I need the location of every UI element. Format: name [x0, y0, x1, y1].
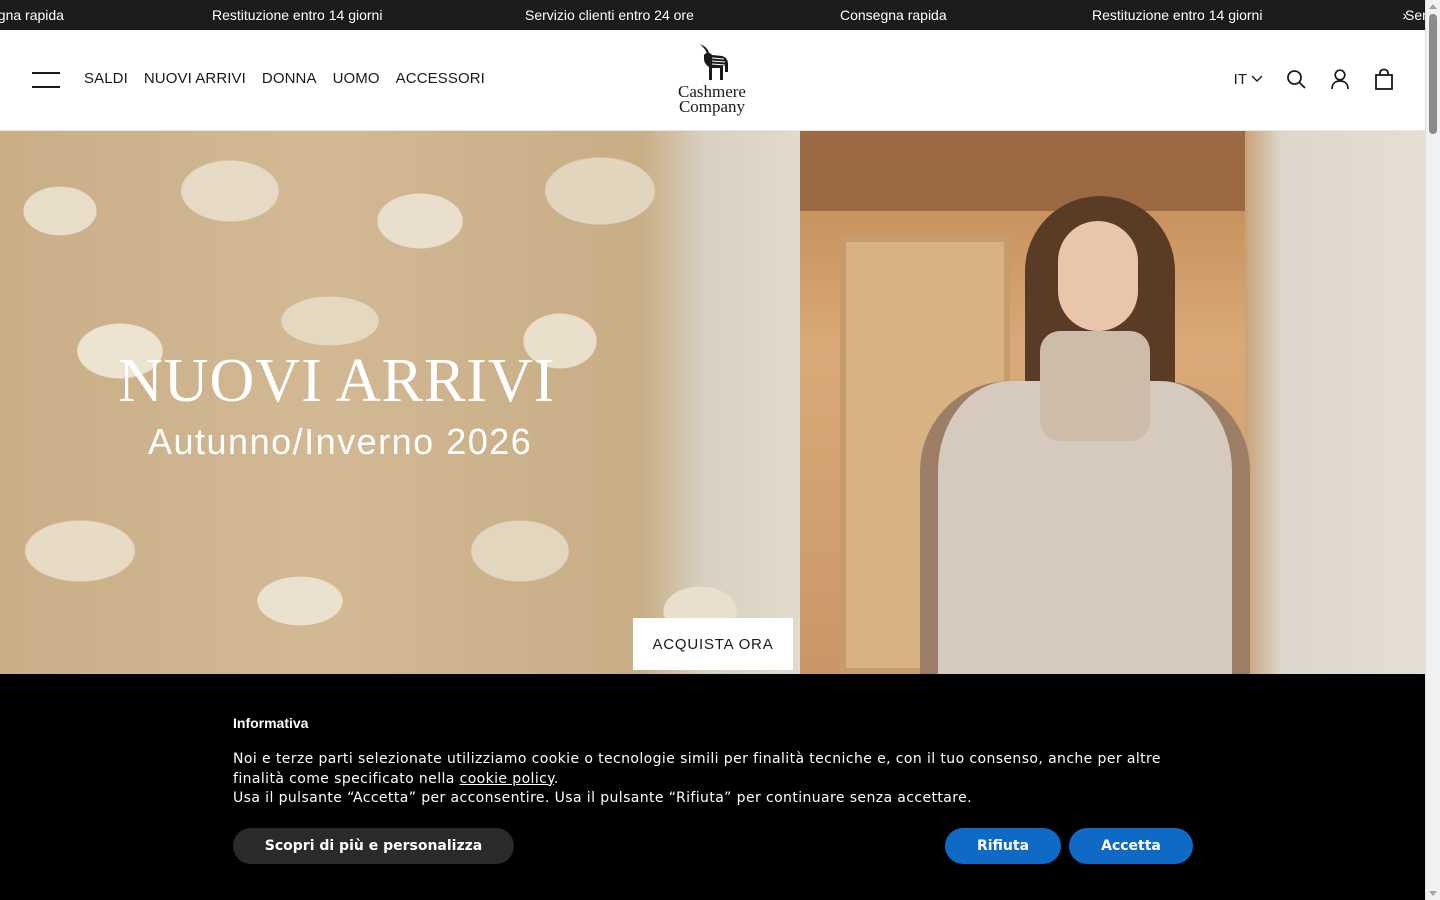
hero-model-image	[800, 131, 1425, 674]
cookie-title: Informativa	[233, 715, 309, 731]
announcement-bar: egna rapida Restituzione entro 14 giorni…	[0, 0, 1425, 30]
announcement-item: Servizio clienti entro 24 ore	[525, 7, 694, 23]
account-icon[interactable]	[1329, 68, 1351, 90]
cookie-text-part2: .	[553, 770, 559, 787]
header-actions: IT	[1234, 68, 1395, 90]
nav-donna[interactable]: DONNA	[262, 70, 317, 87]
learn-more-customize-button[interactable]: Scopri di più e personalizza	[233, 828, 514, 864]
announcement-item: egna rapida	[0, 7, 64, 23]
scroll-down-arrow[interactable]	[1429, 891, 1437, 896]
hero-banner: NUOVI ARRIVI Autunno/Inverno 2026 ACQUIS…	[0, 131, 1425, 674]
brand-logo[interactable]: Cashmere Company	[666, 42, 758, 120]
hero-subtitle: Autunno/Inverno 2026	[148, 421, 533, 462]
cookie-text-line2: Usa il pulsante “Accetta” per acconsenti…	[233, 790, 972, 806]
cookie-text-part1: Noi e terze parti selezionate utilizziam…	[233, 751, 1161, 787]
bag-icon[interactable]	[1373, 68, 1395, 90]
announcement-item: Consegna rapida	[840, 7, 947, 23]
cookie-text: Noi e terze parti selezionate utilizziam…	[233, 750, 1193, 809]
logo-line-2: Company	[678, 97, 746, 116]
hero-title: NUOVI ARRIVI	[118, 347, 556, 415]
language-label: IT	[1233, 70, 1247, 88]
nav-accessori[interactable]: ACCESSORI	[396, 70, 485, 87]
nav-nuovi-arrivi[interactable]: NUOVI ARRIVI	[144, 70, 246, 87]
announcement-item: Ser	[1405, 7, 1425, 23]
scroll-thumb[interactable]	[1429, 14, 1437, 134]
nav-saldi[interactable]: SALDI	[84, 70, 128, 87]
accept-button[interactable]: Accetta	[1069, 828, 1193, 864]
cookie-banner: Informativa Noi e terze parti selezionat…	[0, 674, 1425, 900]
cookie-policy-link[interactable]: cookie policy	[460, 771, 554, 787]
announcement-item: Restituzione entro 14 giorni	[1092, 7, 1263, 23]
main-nav: SALDI NUOVI ARRIVI DONNA UOMO ACCESSORI	[84, 70, 485, 87]
nav-uomo[interactable]: UOMO	[333, 70, 380, 87]
scroll-up-arrow[interactable]	[1429, 4, 1437, 9]
menu-icon[interactable]	[32, 72, 60, 88]
reject-button[interactable]: Rifiuta	[945, 828, 1061, 864]
goat-logo-icon	[700, 44, 728, 80]
search-icon[interactable]	[1285, 68, 1307, 90]
language-selector[interactable]: IT	[1234, 71, 1263, 88]
chevron-down-icon	[1251, 75, 1263, 82]
announcement-item: Restituzione entro 14 giorni	[212, 7, 383, 23]
site-header: SALDI NUOVI ARRIVI DONNA UOMO ACCESSORI …	[0, 30, 1425, 131]
page-scrollbar[interactable]	[1425, 0, 1440, 900]
announcement-next-arrow[interactable]: ›	[1402, 0, 1407, 30]
shop-now-button[interactable]: ACQUISTA ORA	[633, 618, 793, 670]
